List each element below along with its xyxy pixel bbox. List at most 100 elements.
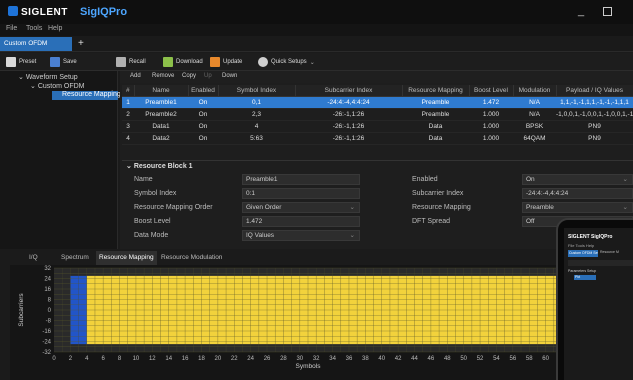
table-cell: Data [402,120,469,133]
resource-mapping-order-select[interactable]: Given Order ⌄ [242,202,360,213]
table-cell: -26:-1,1:26 [295,108,402,121]
x-tick-label: 32 [313,356,320,362]
dft-spread-label: DFT Spread [412,218,450,225]
x-tick-label: 58 [526,356,533,362]
preset-icon [6,57,16,67]
quick-setups-icon [258,57,268,67]
table-cell: Data [402,132,469,145]
table-cell: PN9 [556,132,633,145]
table-cell: -1,0,0,1,-1,0,0,1,-1,0,0,1,-1 [556,108,633,121]
update-button[interactable]: Update [210,56,242,68]
tree-item-custom-ofdm[interactable]: ⌄ Custom OFDM [30,82,84,91]
save-button[interactable]: Save [50,56,77,68]
x-tick-label: 52 [477,356,484,362]
x-tick-label: 38 [362,356,369,362]
app-title: SigIQPro [80,6,128,18]
download-button[interactable]: Download [163,56,203,68]
table-cell: Preamble2 [134,108,188,121]
quick-setups-button[interactable]: Quick Setups ⌄ [258,56,315,68]
chevron-down-icon: ⌄ [622,204,628,211]
up-button[interactable]: Up [204,73,212,79]
column-header: Enabled [188,85,219,97]
table-row[interactable]: 3 Data1 On 4 -26:-1,1:26 Data 1.000 BPSK PN9 [122,120,633,133]
siglent-logo: SIGLENT [8,6,68,18]
main-toolbar: Preset Save Recall Download Update Quick… [0,53,633,71]
x-tick-label: 8 [118,356,122,362]
table-cell: Preamble [402,108,469,121]
table-cell: 4 [218,120,295,133]
table-row[interactable]: 1 Preamble1 On 0,1 -24:4:-4,4:4:24 Preamble 1.… [122,96,633,109]
table-cell: 5:63 [218,132,295,145]
add-tab-button[interactable]: + [78,38,84,49]
add-button[interactable]: Add [130,73,141,79]
x-tick-label: 48 [444,356,451,362]
table-cell: 1 [122,96,134,109]
x-tick-label: 18 [198,356,205,362]
subcarrier-index-field[interactable]: -24:4:-4,4:4:24 [522,188,633,199]
recall-button[interactable]: Recall [116,56,146,68]
table-cell: On [188,120,218,133]
menu-tools[interactable]: Tools [26,25,42,32]
copy-button[interactable]: Copy [182,73,196,79]
plot-tab-bar: I/Q Spectrum Resource Mapping Resource M… [10,251,570,265]
name-field[interactable]: Preamble1 [242,174,360,185]
column-header: Resource Mapping [402,85,470,97]
y-tick-label: 0 [48,308,52,314]
table-cell: 2 [122,108,134,121]
enabled-select[interactable]: On ⌄ [522,174,633,185]
menu-help[interactable]: Help [48,25,62,32]
table-cell: Preamble [402,96,469,109]
phone-tab: Custom OFDM Setup [568,250,598,257]
data-mode-select[interactable]: IQ Values ⌄ [242,230,360,241]
tab-iq[interactable]: I/Q [26,251,41,265]
chevron-down-icon: ⌄ [349,232,355,239]
preset-button[interactable]: Preset [6,56,36,68]
x-tick-label: 56 [509,356,516,362]
chevron-down-icon: ⌄ [30,83,38,90]
symbol-index-field[interactable]: 0:1 [242,188,360,199]
x-tick-label: 14 [165,356,172,362]
table-row[interactable]: 4 Data2 On 5:63 -26:-1,1:26 Data 1.000 64QAM PN9 [122,132,633,145]
table-cell: -26:-1,1:26 [295,120,402,133]
tab-spectrum[interactable]: Spectrum [58,251,92,265]
chevron-down-icon: ⌄ [349,204,355,211]
resource-block-header[interactable]: ⌄ Resource Block 1 [122,160,633,171]
menu-file[interactable]: File [6,25,17,32]
tab-resource-mapping[interactable]: Resource Mapping [96,251,157,265]
maximize-button[interactable] [603,7,612,16]
column-header: Boost Level [469,85,514,97]
minimize-button[interactable]: _ [578,5,584,17]
tree-item-waveform-setup[interactable]: ⌄ Waveform Setup [18,73,78,82]
table-row[interactable]: 2 Preamble2 On 2,3 -26:-1,1:26 Preamble 1.000 N… [122,108,633,121]
data-mode-label: Data Mode [134,232,169,239]
phone-logo: SIGLENT SigIQPro [568,234,613,240]
resource-mapping-select[interactable]: Preamble ⌄ [522,202,633,213]
menu-bar: File Tools Help [0,24,633,36]
boost-level-label: Boost Level [134,218,171,225]
main-pane: Add Remove Copy Up Down # Name Enabled Symb… [120,71,633,249]
x-tick-label: 30 [296,356,303,362]
boost-level-field[interactable]: 1.472 [242,216,360,227]
table-cell: On [188,96,218,109]
table-cell: N/A [513,108,556,121]
tab-resource-modulation[interactable]: Resource Modulation [158,251,225,265]
remove-button[interactable]: Remove [152,73,174,79]
chevron-down-icon: ⌄ [126,163,134,170]
x-tick-label: 40 [378,356,385,362]
table-cell: Data2 [134,132,188,145]
x-tick-label: 44 [411,356,418,362]
y-tick-label: 32 [44,266,51,272]
table-cell: 1.000 [469,108,513,121]
tab-custom-ofdm[interactable]: Custom OFDM [0,37,72,51]
column-header: Payload / IQ Values [556,85,633,97]
y-tick-label: -16 [42,329,51,335]
table-cell: On [188,132,218,145]
x-tick-label: 10 [133,356,140,362]
document-tab-bar: Custom OFDM + [0,36,633,52]
table-cell: PN9 [556,120,633,133]
column-header: Subcarrier Index [295,85,403,97]
down-button[interactable]: Down [222,73,237,79]
table-cell: 1.472 [469,96,513,109]
resource-mapping-plot: 32 24 16 8 0 -8 -16 -24 -32 0 2 4 6 8 10 12 14 16 18 20 22 24… [10,265,570,380]
y-tick-label: 8 [48,298,52,304]
